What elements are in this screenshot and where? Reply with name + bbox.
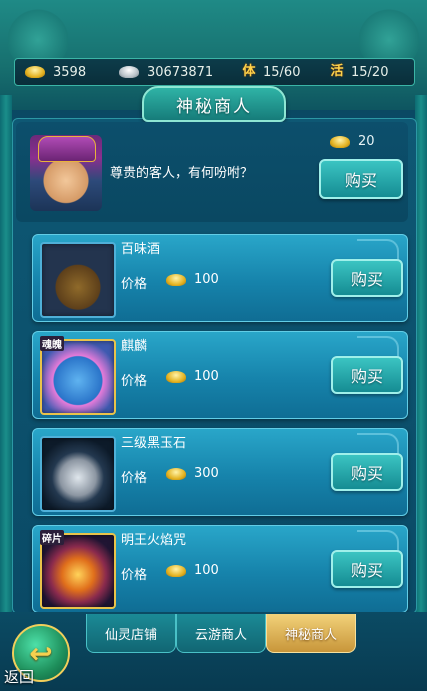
stamina-amount: 15/60 bbox=[263, 64, 301, 80]
gold-ingot-icon bbox=[166, 273, 186, 286]
black-jade-icon bbox=[40, 436, 116, 512]
price-label: 价格 bbox=[121, 277, 148, 292]
item-price: 100 bbox=[166, 369, 219, 384]
item-price-value: 100 bbox=[194, 272, 219, 287]
page-title: 神秘商人 bbox=[176, 96, 252, 117]
shop-item-card: 魂魄 麒麟 价格 100 购买 bbox=[32, 331, 408, 419]
shop-item-card: 三级黑玉石 价格 300 购买 bbox=[32, 428, 408, 516]
item-name: 百味酒 bbox=[121, 242, 161, 257]
vitality-icon: 活 bbox=[330, 64, 344, 79]
shop-item-card: 碎片 明王火焰咒 价格 100 购买 bbox=[32, 525, 408, 613]
gold-ingot-icon bbox=[166, 370, 186, 383]
buy-button[interactable]: 购买 bbox=[331, 453, 403, 491]
item-name: 麒麟 bbox=[121, 339, 148, 354]
merchant-greeting: 尊贵的客人，有何吩咐？ bbox=[110, 166, 254, 181]
gold-resource: 3598 bbox=[25, 65, 86, 80]
shop-item-card: 百味酒 价格 100 购买 bbox=[32, 234, 408, 322]
tab-wandering-merchant[interactable]: 云游商人 bbox=[176, 614, 266, 653]
wine-vessel-icon bbox=[40, 242, 116, 318]
gold-amount: 3598 bbox=[53, 64, 87, 80]
silver-amount: 30673871 bbox=[147, 64, 214, 80]
item-price-value: 100 bbox=[194, 563, 219, 578]
item-price: 100 bbox=[166, 272, 219, 287]
refresh-price: 20 bbox=[330, 134, 375, 149]
price-label: 价格 bbox=[121, 471, 148, 486]
vitality-amount: 15/20 bbox=[351, 64, 389, 80]
item-badge: 碎片 bbox=[40, 530, 64, 545]
title-plaque: 神秘商人 bbox=[142, 86, 286, 122]
stamina-resource: 体 15/60 bbox=[241, 64, 300, 80]
back-label: 返回 bbox=[4, 668, 35, 686]
tab-mysterious-merchant[interactable]: 神秘商人 bbox=[266, 614, 356, 653]
vitality-resource: 活 15/20 bbox=[329, 64, 388, 80]
refresh-price-value: 20 bbox=[358, 134, 375, 149]
buy-button[interactable]: 购买 bbox=[331, 356, 403, 394]
gold-ingot-icon bbox=[166, 564, 186, 577]
gold-ingot-icon bbox=[330, 135, 350, 148]
silver-ingot-icon bbox=[119, 66, 139, 78]
item-badge: 魂魄 bbox=[40, 336, 64, 351]
left-frame bbox=[0, 95, 12, 615]
price-label: 价格 bbox=[121, 374, 148, 389]
stamina-icon: 体 bbox=[242, 64, 256, 79]
silver-resource: 30673871 bbox=[119, 65, 213, 80]
shop-tabs: 仙灵店铺 云游商人 神秘商人 bbox=[86, 614, 356, 653]
item-price: 300 bbox=[166, 466, 219, 481]
item-price: 100 bbox=[166, 563, 219, 578]
gold-ingot-icon bbox=[166, 467, 186, 480]
buy-button[interactable]: 购买 bbox=[331, 550, 403, 588]
gold-ingot-icon bbox=[25, 66, 45, 78]
tab-fairy-shop[interactable]: 仙灵店铺 bbox=[86, 614, 176, 653]
item-price-value: 300 bbox=[194, 466, 219, 481]
buy-button[interactable]: 购买 bbox=[331, 259, 403, 297]
merchant-buy-button[interactable]: 购买 bbox=[319, 159, 403, 199]
back-button[interactable]: ↩ 返回 bbox=[4, 622, 74, 688]
resource-bar: 3598 30673871 体 15/60 活 15/20 bbox=[14, 58, 415, 86]
item-name: 明王火焰咒 bbox=[121, 533, 187, 548]
price-label: 价格 bbox=[121, 568, 148, 583]
item-name: 三级黑玉石 bbox=[121, 436, 187, 451]
item-price-value: 100 bbox=[194, 369, 219, 384]
merchant-hat-icon bbox=[38, 136, 96, 162]
